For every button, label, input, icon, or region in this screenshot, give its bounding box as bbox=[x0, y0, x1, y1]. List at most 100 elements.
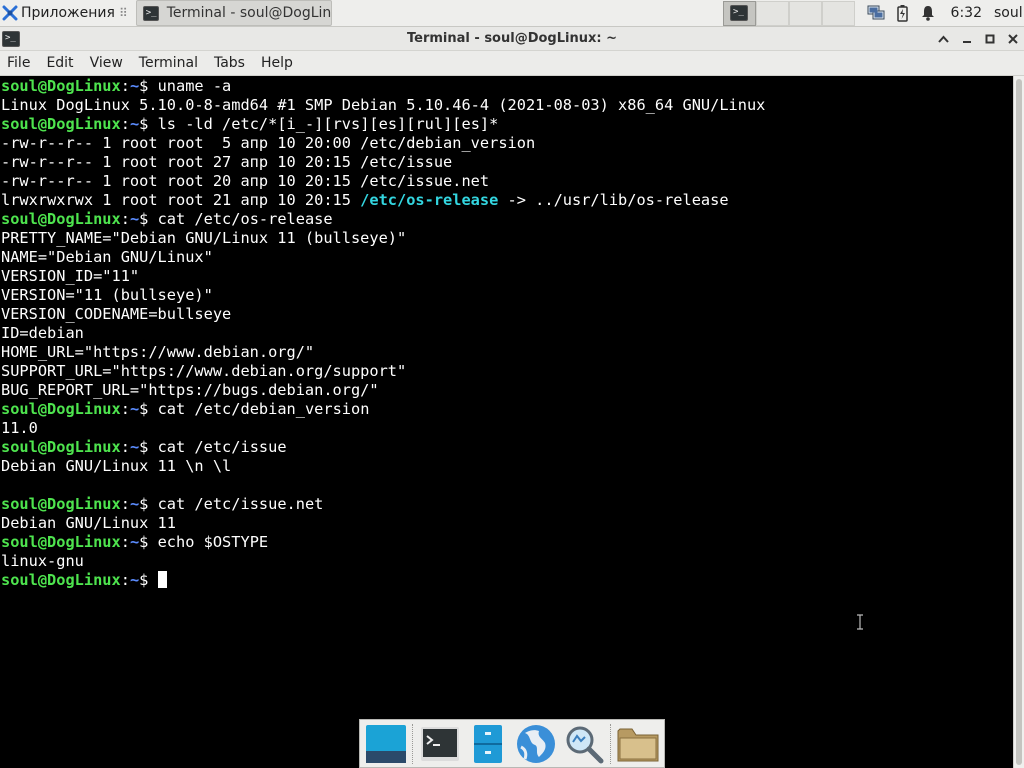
terminal-output-line: VERSION_CODENAME=bullseye bbox=[1, 305, 232, 323]
terminal-output-line: -rw-r--r-- 1 root root 20 апр 10 20:15 /… bbox=[1, 172, 490, 190]
prompt-separator: : bbox=[120, 77, 130, 95]
terminal-cursor bbox=[157, 571, 167, 588]
prompt-separator: : bbox=[120, 571, 130, 589]
scrollbar-thumb[interactable] bbox=[1016, 79, 1022, 765]
taskbar-item-terminal[interactable]: >_ Terminal - soul@DogLin... bbox=[135, 0, 332, 26]
battery-icon[interactable] bbox=[893, 4, 911, 22]
prompt-user: soul@DogLinux bbox=[1, 77, 121, 95]
workspace-2[interactable] bbox=[755, 0, 789, 26]
prompt-user: soul@DogLinux bbox=[1, 533, 121, 551]
terminal-output-line: HOME_URL="https://www.debian.org/" bbox=[1, 343, 315, 361]
folder-icon[interactable] bbox=[614, 721, 662, 767]
terminal-icon[interactable]: >_ bbox=[2, 30, 20, 47]
terminal-output-line: -rw-r--r-- 1 root root 27 апр 10 20:15 /… bbox=[1, 153, 453, 171]
terminal-output[interactable]: soul@DogLinux:~$ uname -a Linux DogLinux … bbox=[0, 76, 1013, 768]
terminal-output-line: ID=debian bbox=[1, 324, 84, 342]
user-menu[interactable]: soul bbox=[994, 5, 1024, 21]
menu-tabs[interactable]: Tabs bbox=[206, 51, 253, 76]
prompt-symbol: $ bbox=[139, 115, 158, 133]
window-controls bbox=[932, 27, 1024, 51]
terminal-output-line: Debian GNU/Linux 11 bbox=[1, 514, 176, 532]
dock-separator bbox=[610, 723, 612, 764]
terminal-icon: >_ bbox=[730, 5, 749, 21]
menu-file[interactable]: File bbox=[0, 51, 38, 76]
prompt-path: ~ bbox=[129, 533, 140, 551]
app-finder-magnifier-icon[interactable] bbox=[560, 721, 608, 767]
menu-help[interactable]: Help bbox=[253, 51, 301, 76]
menu-terminal[interactable]: Terminal bbox=[131, 51, 206, 76]
menu-edit[interactable]: Edit bbox=[38, 51, 81, 76]
file-cabinet-icon[interactable] bbox=[464, 721, 512, 767]
prompt-symbol: $ bbox=[139, 438, 158, 456]
prompt-symbol: $ bbox=[139, 210, 158, 228]
command-text: cat /etc/os-release bbox=[157, 210, 333, 228]
xfce-mouse-icon bbox=[2, 5, 18, 21]
close-button[interactable] bbox=[1001, 27, 1024, 51]
menu-view[interactable]: View bbox=[82, 51, 131, 76]
terminal-output-line: Linux DogLinux 5.10.0-8-amd64 #1 SMP Deb… bbox=[1, 96, 766, 114]
command-text: cat /etc/issue bbox=[157, 438, 287, 456]
taskbar-item-label: Terminal - soul@DogLin... bbox=[166, 5, 332, 21]
terminal-output-line: -rw-r--r-- 1 root root 5 апр 10 20:00 /e… bbox=[1, 134, 536, 152]
terminal-output-line: SUPPORT_URL="https://www.debian.org/supp… bbox=[1, 362, 407, 380]
prompt-separator: : bbox=[120, 400, 130, 418]
window-title: Terminal - soul@DogLinux: ~ bbox=[407, 31, 617, 46]
terminal-prompt-line: soul@DogLinux:~$ cat /etc/issue bbox=[1, 438, 1013, 457]
terminal-icon[interactable] bbox=[416, 721, 464, 767]
prompt-user: soul@DogLinux bbox=[1, 571, 121, 589]
terminal-output-line: BUG_REPORT_URL="https://bugs.debian.org/… bbox=[1, 381, 379, 399]
prompt-path: ~ bbox=[129, 400, 140, 418]
maximize-button[interactable] bbox=[978, 27, 1001, 51]
clock[interactable]: 6:32 bbox=[951, 5, 982, 21]
terminal-prompt-line: soul@DogLinux:~$ cat /etc/os-release bbox=[1, 210, 1013, 229]
terminal-output-line: PRETTY_NAME="Debian GNU/Linux 11 (bullse… bbox=[1, 229, 407, 247]
panel-separator-icon: ⠿ bbox=[118, 6, 128, 20]
prompt-path: ~ bbox=[129, 77, 140, 95]
symlink-name: /etc/os-release bbox=[360, 191, 499, 209]
terminal-output-line: linux-gnu bbox=[1, 552, 84, 570]
workspace-4[interactable] bbox=[821, 0, 855, 26]
command-text: uname -a bbox=[157, 77, 232, 95]
terminal-scrollbar[interactable] bbox=[1013, 76, 1024, 768]
prompt-symbol: $ bbox=[139, 400, 158, 418]
web-browser-globe-icon[interactable] bbox=[512, 721, 560, 767]
dock bbox=[359, 719, 665, 768]
command-text: echo $OSTYPE bbox=[157, 533, 269, 551]
text-cursor-icon bbox=[856, 614, 864, 630]
command-text: ls -ld /etc/*[i_-][rvs][es][rul][es]* bbox=[157, 115, 499, 133]
top-panel: Приложения ⠿ >_ Terminal - soul@DogLin..… bbox=[0, 0, 1024, 27]
terminal-prompt-line: soul@DogLinux:~$ echo $OSTYPE bbox=[1, 533, 1013, 552]
workspace-switcher[interactable]: >_ bbox=[722, 0, 855, 26]
system-tray bbox=[867, 0, 937, 27]
prompt-separator: : bbox=[120, 533, 130, 551]
prompt-user: soul@DogLinux bbox=[1, 438, 121, 456]
applications-menu-button[interactable]: Приложения ⠿ bbox=[0, 0, 132, 27]
terminal-output-line: Debian GNU/Linux 11 \n \l bbox=[1, 457, 232, 475]
terminal-prompt-line: soul@DogLinux:~$ cat /etc/issue.net bbox=[1, 495, 1013, 514]
show-desktop-icon[interactable] bbox=[362, 721, 410, 767]
terminal-prompt-line: soul@DogLinux:~$ ls -ld /etc/*[i_-][rvs]… bbox=[1, 115, 1013, 134]
prompt-path: ~ bbox=[129, 495, 140, 513]
prompt-separator: : bbox=[120, 210, 130, 228]
network-icon[interactable] bbox=[867, 4, 885, 22]
window-titlebar[interactable]: >_ Terminal - soul@DogLinux: ~ bbox=[0, 27, 1024, 51]
terminal-prompt-line: soul@DogLinux:~$ cat /etc/debian_version bbox=[1, 400, 1013, 419]
prompt-separator: : bbox=[120, 115, 130, 133]
prompt-user: soul@DogLinux bbox=[1, 400, 121, 418]
notification-bell-icon[interactable] bbox=[919, 4, 937, 22]
prompt-symbol: $ bbox=[139, 495, 158, 513]
command-text: cat /etc/issue.net bbox=[157, 495, 324, 513]
minimize-button[interactable] bbox=[955, 27, 978, 51]
terminal-output-line: lrwxrwxrwx 1 root root 21 апр 10 20:15 /… bbox=[1, 191, 1013, 210]
prompt-symbol: $ bbox=[139, 533, 158, 551]
terminal-prompt-line: soul@DogLinux:~$ bbox=[1, 571, 1013, 590]
command-text: cat /etc/debian_version bbox=[157, 400, 370, 418]
prompt-path: ~ bbox=[129, 438, 140, 456]
workspace-3[interactable] bbox=[788, 0, 822, 26]
symlink-target: -> ../usr/lib/os-release bbox=[498, 191, 729, 209]
workspace-1[interactable]: >_ bbox=[722, 0, 756, 26]
terminal-output-line: 11.0 bbox=[1, 419, 38, 437]
prompt-path: ~ bbox=[129, 210, 140, 228]
shade-window-button[interactable] bbox=[932, 27, 955, 51]
